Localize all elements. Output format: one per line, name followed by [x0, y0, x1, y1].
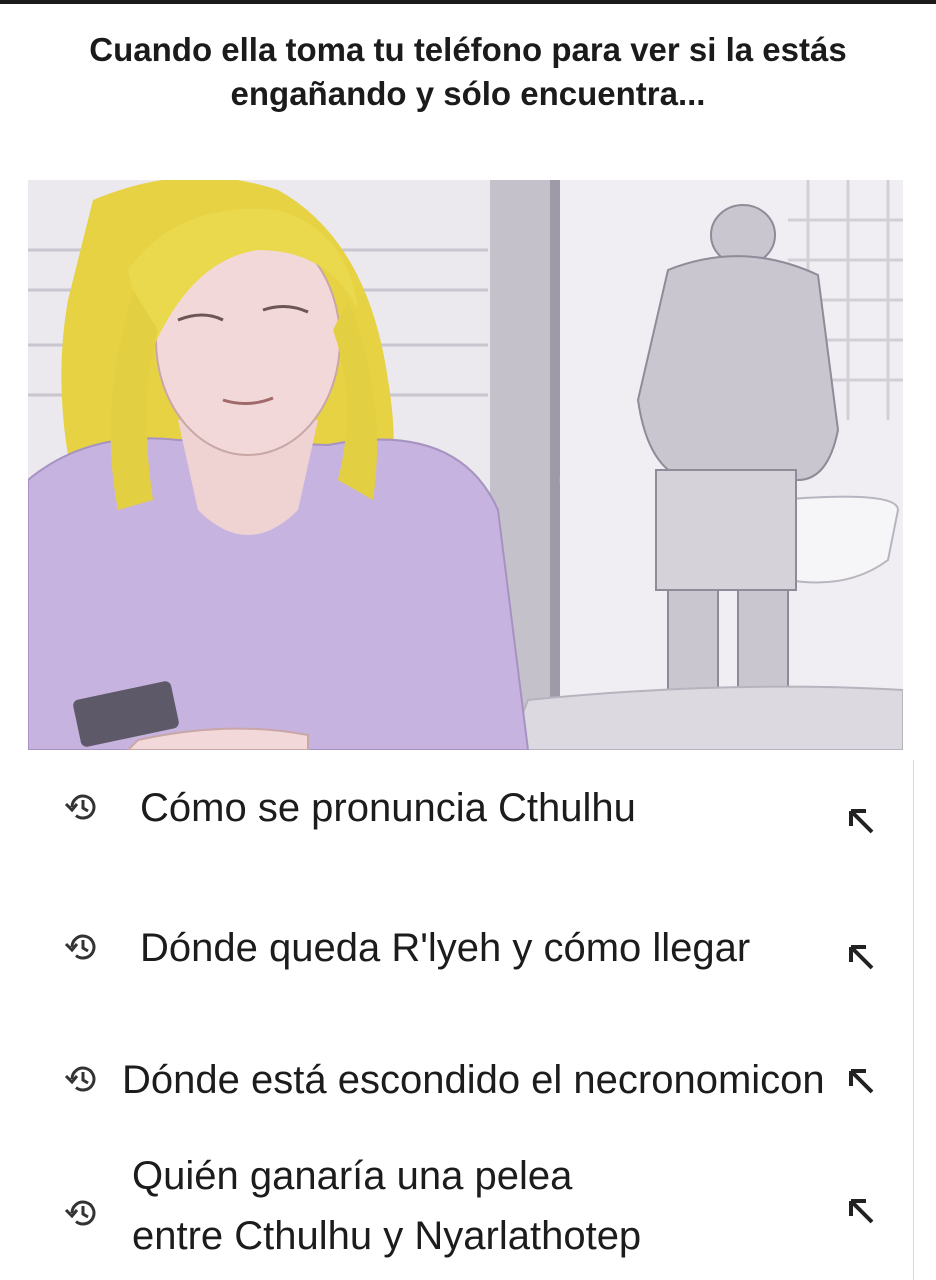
history-item[interactable]: Dónde está escondido el necronomicon: [0, 1020, 936, 1140]
arrow-up-left-icon[interactable]: [846, 942, 876, 972]
arrow-up-left-icon[interactable]: [846, 1066, 876, 1096]
history-icon: [64, 934, 96, 960]
meme-illustration: [28, 180, 903, 750]
history-icon: [64, 1200, 96, 1226]
history-item-text-line2: entre Cthulhu y Nyarlathotep: [132, 1214, 642, 1258]
history-item[interactable]: Quién ganaría una pelea entre Cthulhu y …: [0, 1140, 936, 1280]
history-item-text: Cómo se pronuncia Cthulhu: [140, 786, 636, 830]
history-item-text-line1: Quién ganaría una pelea: [132, 1154, 573, 1198]
history-item[interactable]: Dónde queda R'lyeh y cómo llegar: [0, 890, 936, 1020]
history-icon: [64, 794, 96, 820]
search-history-list: Cómo se pronuncia Cthulhu Dónde queda R'…: [0, 760, 936, 1280]
history-item[interactable]: Cómo se pronuncia Cthulhu: [0, 760, 936, 890]
history-item-text: Dónde queda R'lyeh y cómo llegar: [140, 926, 751, 970]
meme-caption: Cuando ella toma tu teléfono para ver si…: [89, 31, 847, 112]
arrow-up-left-icon[interactable]: [846, 806, 876, 836]
history-item-text: Dónde está escondido el necronomicon: [122, 1058, 825, 1102]
history-icon: [64, 1066, 96, 1092]
top-border: [0, 0, 936, 4]
arrow-up-left-icon[interactable]: [846, 1196, 876, 1226]
illustration-drawing: [28, 180, 903, 750]
